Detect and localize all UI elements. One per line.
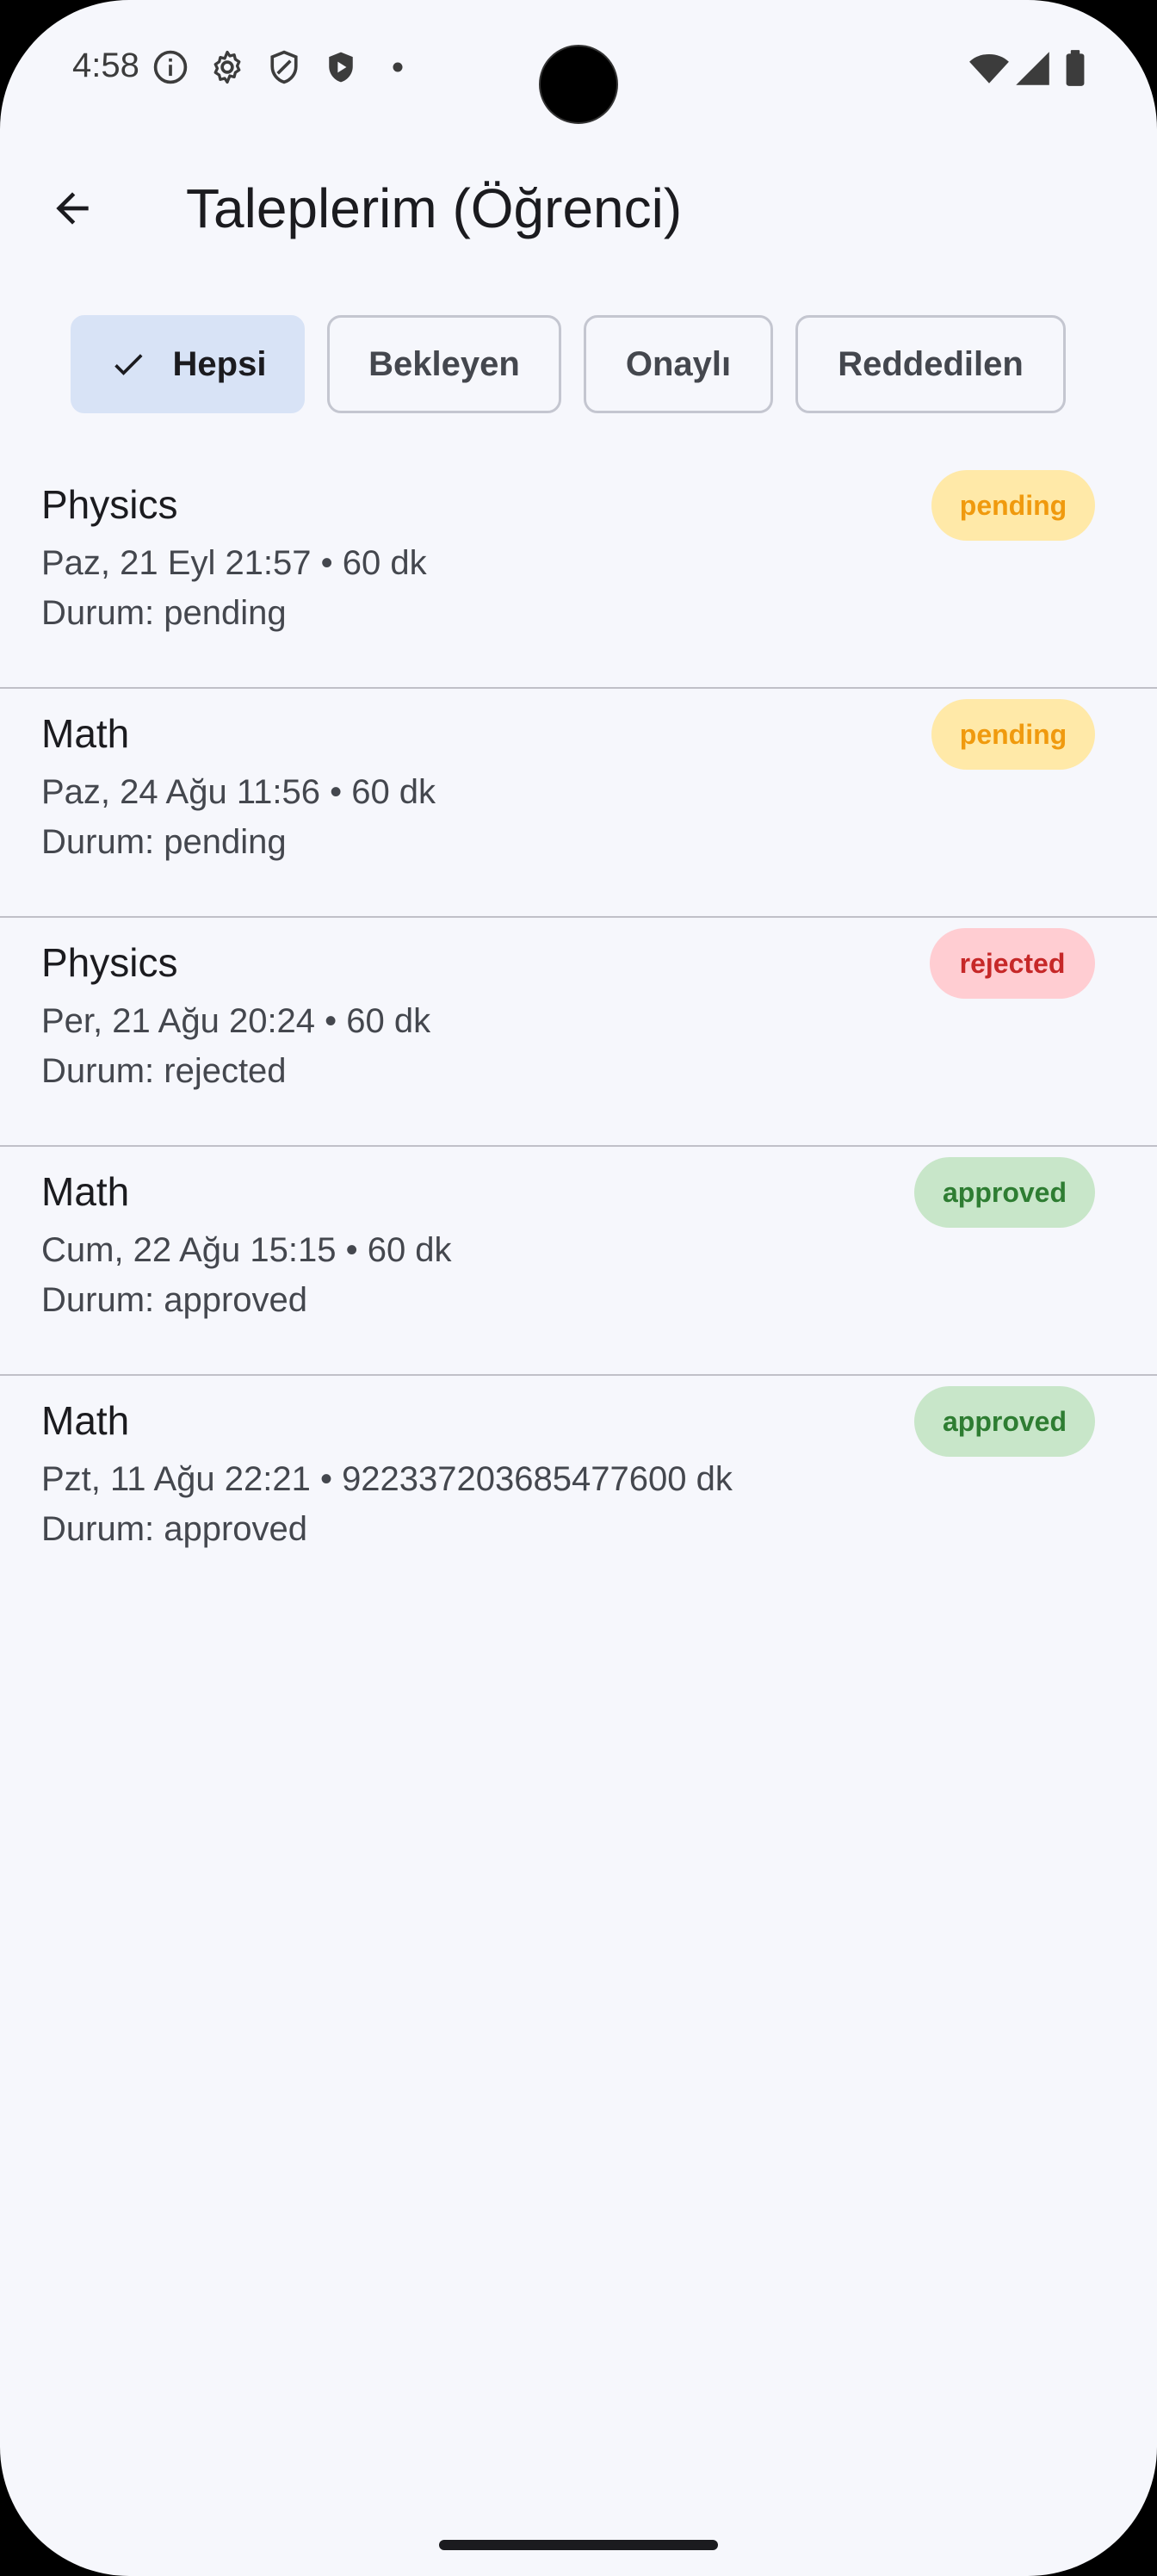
status-bar: 4:58 bbox=[0, 0, 1157, 138]
dot-icon bbox=[393, 62, 403, 72]
list-item[interactable]: Physics Per, 21 Ağu 20:24 • 60 dk Durum:… bbox=[0, 918, 1157, 1147]
battery-icon bbox=[1066, 50, 1085, 86]
item-status-line: Durum: pending bbox=[41, 823, 287, 861]
request-list: Physics Paz, 21 Eyl 21:57 • 60 dk Durum:… bbox=[0, 460, 1157, 1605]
filter-chip-rejected[interactable]: Reddedilen bbox=[795, 315, 1066, 413]
filter-chip-label: Reddedilen bbox=[838, 344, 1024, 383]
filter-chip-approved[interactable]: Onaylı bbox=[584, 315, 773, 413]
status-badge: rejected bbox=[930, 928, 1095, 999]
signal-icon bbox=[1016, 52, 1049, 85]
filter-chip-label: Onaylı bbox=[625, 344, 732, 383]
status-badge: approved bbox=[914, 1386, 1095, 1457]
item-details: Pzt, 11 Ağu 22:21 • 922337203685477600 d… bbox=[41, 1460, 733, 1498]
list-item[interactable]: Physics Paz, 21 Eyl 21:57 • 60 dk Durum:… bbox=[0, 460, 1157, 689]
list-item[interactable]: Math Pzt, 11 Ağu 22:21 • 922337203685477… bbox=[0, 1376, 1157, 1605]
gesture-handle[interactable] bbox=[439, 2540, 718, 2550]
item-subject: Math bbox=[41, 711, 130, 756]
list-item[interactable]: Math Cum, 22 Ağu 15:15 • 60 dk Durum: ap… bbox=[0, 1147, 1157, 1376]
item-subject: Math bbox=[41, 1169, 130, 1214]
wifi-icon bbox=[969, 53, 1009, 84]
page-title: Taleplerim (Öğrenci) bbox=[186, 177, 683, 239]
info-icon bbox=[153, 50, 188, 84]
arrow-back-icon bbox=[56, 192, 89, 225]
item-subject: Physics bbox=[41, 482, 178, 527]
list-item[interactable]: Math Paz, 24 Ağu 11:56 • 60 dk Durum: pe… bbox=[0, 689, 1157, 918]
play-shield-icon bbox=[329, 52, 353, 83]
item-status-line: Durum: pending bbox=[41, 594, 287, 632]
check-icon bbox=[114, 354, 143, 375]
item-subject: Physics bbox=[41, 940, 178, 985]
filter-chips: Hepsi Bekleyen Onaylı Reddedilen bbox=[71, 315, 1066, 413]
app-screen: 4:58 Taleplerim (Öğrenci) Hepsi Bekleyen… bbox=[0, 0, 1157, 2576]
filter-chip-pending[interactable]: Bekleyen bbox=[327, 315, 561, 413]
item-details: Paz, 21 Eyl 21:57 • 60 dk bbox=[41, 544, 427, 582]
item-status-line: Durum: approved bbox=[41, 1510, 308, 1548]
item-details: Per, 21 Ağu 20:24 • 60 dk bbox=[41, 1002, 431, 1040]
shield-icon bbox=[270, 50, 298, 84]
status-badge: approved bbox=[914, 1157, 1095, 1228]
item-details: Paz, 24 Ağu 11:56 • 60 dk bbox=[41, 773, 436, 811]
app-bar: Taleplerim (Öğrenci) bbox=[0, 146, 1157, 270]
item-subject: Math bbox=[41, 1398, 130, 1443]
status-badge: pending bbox=[931, 699, 1095, 770]
settings-icon bbox=[213, 50, 241, 84]
status-time: 4:58 bbox=[72, 46, 139, 84]
item-status-line: Durum: rejected bbox=[41, 1052, 287, 1090]
back-button[interactable] bbox=[38, 174, 107, 243]
camera-cutout bbox=[539, 45, 618, 124]
filter-chip-all[interactable]: Hepsi bbox=[71, 315, 305, 413]
status-badge: pending bbox=[931, 470, 1095, 541]
item-status-line: Durum: approved bbox=[41, 1281, 308, 1319]
item-details: Cum, 22 Ağu 15:15 • 60 dk bbox=[41, 1231, 452, 1269]
filter-chip-label: Hepsi bbox=[172, 344, 267, 383]
filter-chip-label: Bekleyen bbox=[368, 344, 520, 383]
